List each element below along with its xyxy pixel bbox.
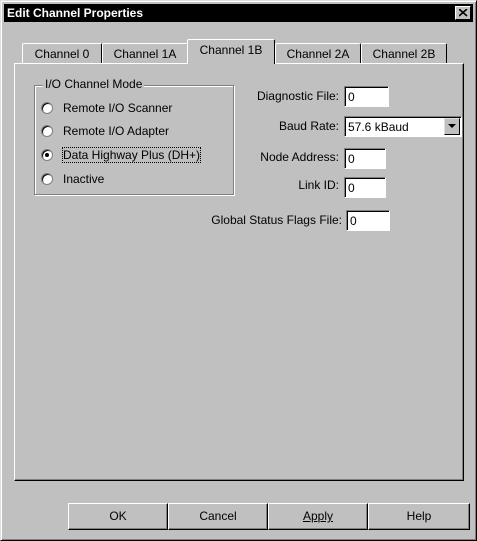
- diagnostic-file-label: Diagnostic File:: [256, 89, 339, 103]
- cancel-button[interactable]: Cancel: [168, 503, 268, 530]
- close-button[interactable]: [455, 6, 471, 20]
- tab-label: Channel 2B: [372, 47, 436, 61]
- apply-button-label: Apply: [302, 509, 334, 523]
- tab-channel-0[interactable]: Channel 0: [22, 43, 102, 65]
- close-icon: [459, 9, 468, 17]
- tab-channel-2a[interactable]: Channel 2A: [275, 43, 361, 65]
- global-status-flags-file-label: Global Status Flags File:: [211, 213, 342, 227]
- global-status-flags-file-input[interactable]: 0: [346, 210, 390, 231]
- tab-channel-1a[interactable]: Channel 1A: [102, 43, 188, 65]
- tab-label: Channel 1A: [113, 47, 177, 61]
- radio-label: Remote I/O Scanner: [63, 101, 173, 115]
- radio-button[interactable]: [41, 102, 53, 114]
- window-title: Edit Channel Properties: [7, 6, 144, 20]
- chevron-down-icon: [448, 124, 456, 128]
- radio-label: Inactive: [63, 172, 105, 186]
- radio-label: Data Highway Plus (DH+): [61, 147, 202, 163]
- tab-label: Channel 0: [34, 47, 90, 61]
- baud-rate-select[interactable]: 57.6 kBaud: [344, 116, 462, 137]
- title-bar[interactable]: Edit Channel Properties: [4, 4, 473, 22]
- radio-label: Remote I/O Adapter: [63, 124, 170, 138]
- baud-rate-label: Baud Rate:: [278, 119, 339, 133]
- tab-label: Channel 2A: [286, 47, 350, 61]
- radio-button[interactable]: [41, 173, 53, 185]
- tab-channel-2b[interactable]: Channel 2B: [361, 43, 447, 65]
- cancel-button-label: Cancel: [199, 509, 237, 523]
- baud-rate-dropdown-button[interactable]: [444, 118, 460, 135]
- io-channel-mode-legend: I/O Channel Mode: [43, 77, 145, 91]
- help-button[interactable]: Help: [368, 503, 470, 530]
- link-id-label: Link ID:: [298, 178, 339, 192]
- ok-button[interactable]: OK: [68, 503, 168, 530]
- tab-label: Channel 1B: [199, 43, 263, 57]
- radio-selected-dot: [45, 153, 49, 157]
- baud-rate-value: 57.6 kBaud: [348, 120, 409, 134]
- radio-button[interactable]: [41, 125, 53, 137]
- help-button-label: Help: [406, 509, 432, 523]
- link-id-input[interactable]: 0: [344, 177, 386, 198]
- dialog-window: Edit Channel Properties Channel 0 Channe…: [0, 0, 477, 541]
- ok-button-label: OK: [109, 509, 127, 523]
- node-address-label: Node Address:: [260, 150, 339, 164]
- radio-button[interactable]: [41, 149, 53, 161]
- tab-channel-1b[interactable]: Channel 1B: [187, 39, 275, 64]
- diagnostic-file-input[interactable]: 0: [344, 86, 389, 107]
- node-address-input[interactable]: 0: [344, 148, 386, 169]
- apply-button[interactable]: Apply: [268, 503, 368, 530]
